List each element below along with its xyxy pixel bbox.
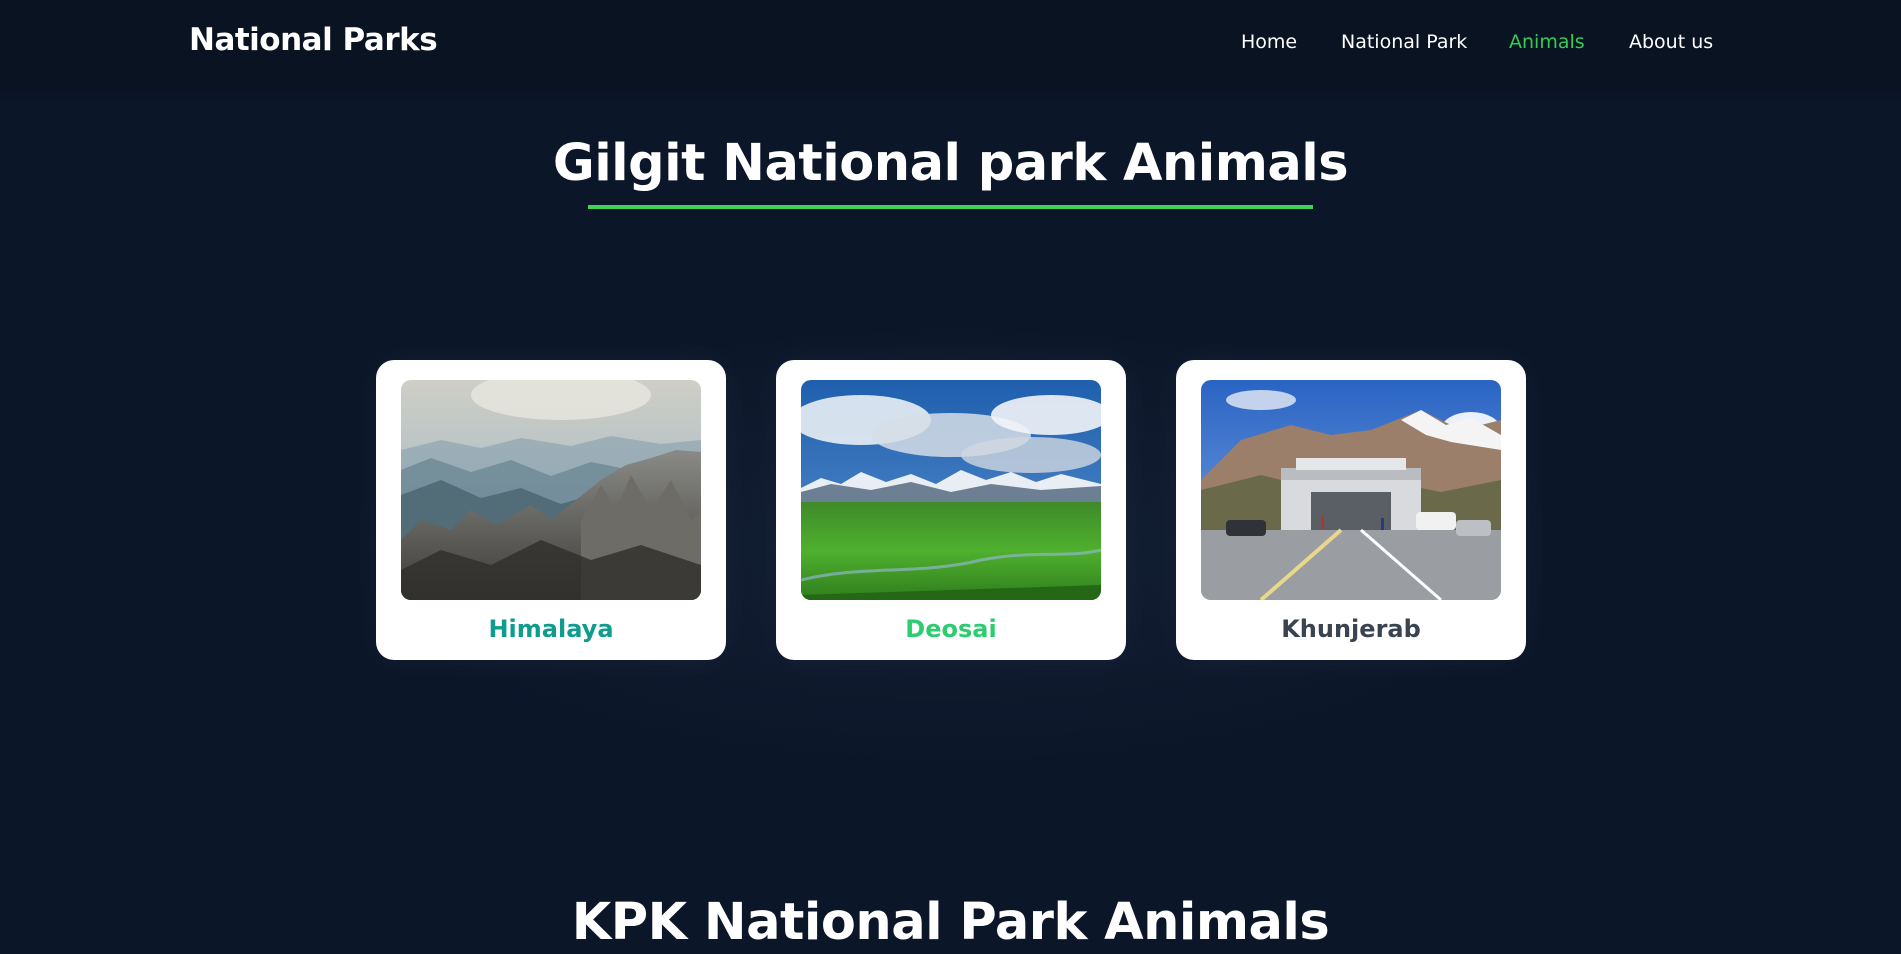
nav-links: Home National Park Animals About us [0, 31, 1901, 57]
green-plains-image [801, 380, 1101, 600]
card-label-deosai: Deosai [905, 615, 997, 643]
card-label-khunjerab: Khunjerab [1281, 615, 1421, 643]
nav-link-home[interactable]: Home [1241, 31, 1297, 53]
section-title-gilgit: Gilgit National park Animals [552, 134, 1349, 193]
title-underline [588, 205, 1313, 209]
mountain-mist-illustration [401, 380, 701, 600]
nav-link-national-park[interactable]: National Park [1341, 31, 1467, 53]
card-label-himalaya: Himalaya [488, 615, 614, 643]
navbar: National Parks Home National Park Animal… [0, 0, 1901, 86]
park-card-khunjerab[interactable]: Khunjerab [1176, 360, 1526, 660]
green-plains-illustration [801, 380, 1101, 600]
nav-link-about-us[interactable]: About us [1629, 31, 1713, 53]
park-card-himalaya[interactable]: Himalaya [376, 360, 726, 660]
nav-link-animals[interactable]: Animals [1509, 31, 1585, 53]
border-gate-illustration [1201, 380, 1501, 600]
park-card-deosai[interactable]: Deosai [776, 360, 1126, 660]
section-title-kpk: KPK National Park Animals [571, 893, 1330, 952]
border-gate-image [1201, 380, 1501, 600]
mountain-mist-image [401, 380, 701, 600]
